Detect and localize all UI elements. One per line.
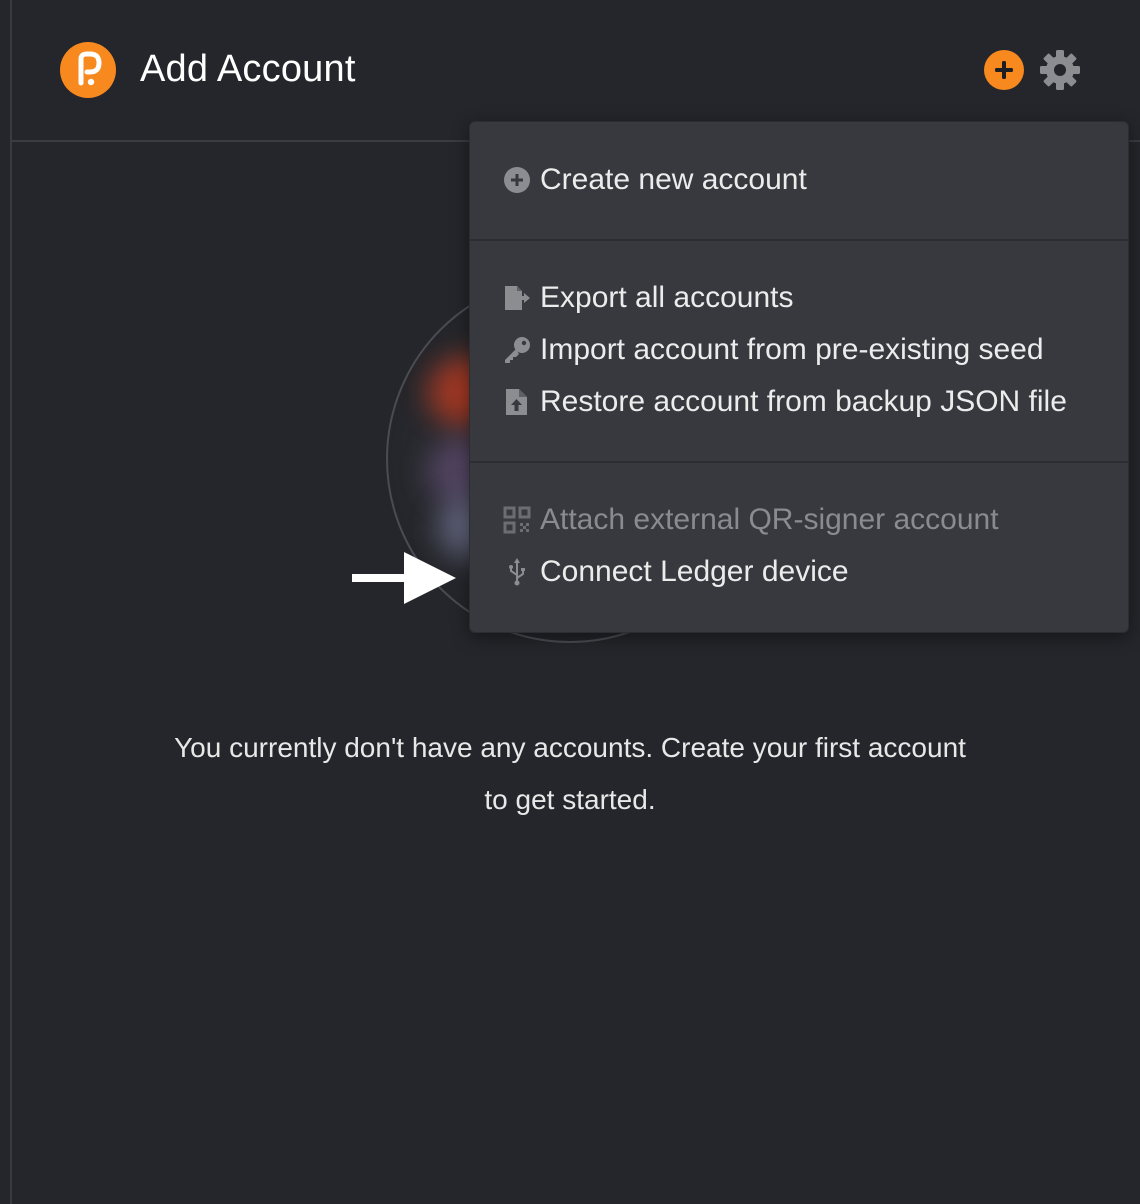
menu-divider	[470, 239, 1128, 241]
menu-item-label: Restore account from backup JSON file	[540, 385, 1067, 418]
arrow-right-icon	[352, 552, 456, 604]
menu-divider	[470, 461, 1128, 463]
add-account-button[interactable]	[984, 50, 1024, 90]
key-icon	[505, 337, 530, 363]
add-account-menu: Create new account Export all accounts I…	[469, 121, 1129, 633]
page-title: Add Account	[140, 48, 356, 90]
menu-item-connect-ledger[interactable]: Connect Ledger device	[502, 549, 849, 595]
menu-item-attach-qr-signer: Attach external QR-signer account	[502, 497, 999, 543]
menu-item-create-new-account[interactable]: Create new account	[502, 157, 807, 203]
menu-item-label: Connect Ledger device	[540, 555, 849, 588]
polkadot-logo-icon	[60, 42, 116, 98]
menu-item-import-from-seed[interactable]: Import account from pre-existing seed	[502, 327, 1044, 373]
menu-item-export-all-accounts[interactable]: Export all accounts	[502, 275, 793, 321]
menu-item-label: Attach external QR-signer account	[540, 503, 999, 536]
file-upload-icon	[506, 389, 527, 415]
file-export-icon	[505, 286, 530, 310]
qrcode-icon	[503, 506, 531, 534]
usb-icon	[509, 558, 525, 586]
gear-icon	[1040, 50, 1080, 90]
plus-icon	[995, 61, 1013, 79]
menu-item-label: Import account from pre-existing seed	[540, 333, 1044, 366]
plus-circle-icon	[504, 167, 530, 193]
settings-button[interactable]	[1038, 48, 1082, 92]
menu-item-label: Export all accounts	[540, 281, 794, 314]
menu-item-restore-from-json[interactable]: Restore account from backup JSON file	[502, 379, 1067, 425]
window-frame-left	[10, 0, 12, 1204]
menu-item-label: Create new account	[540, 163, 807, 196]
empty-accounts-message: You currently don't have any accounts. C…	[174, 732, 966, 815]
